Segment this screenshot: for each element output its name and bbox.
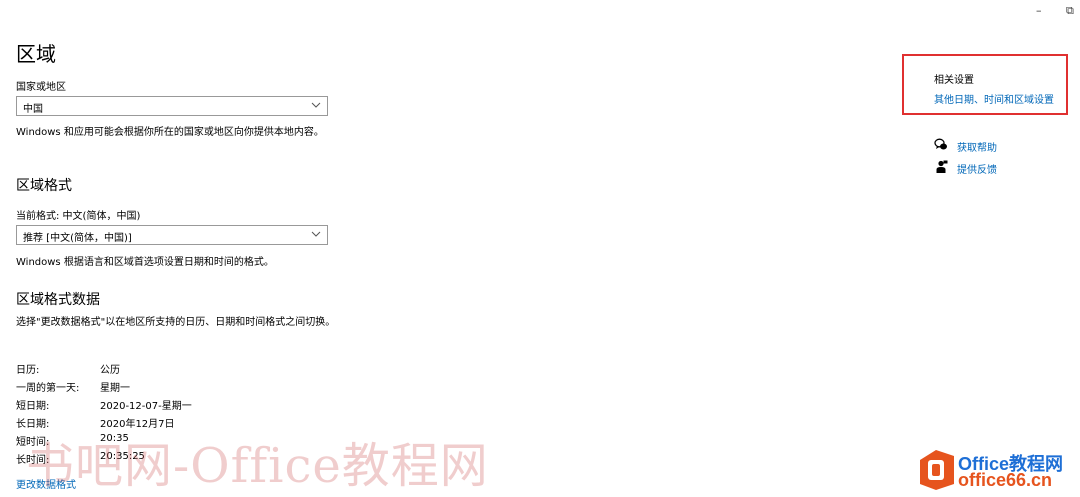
page-title: 区域 [16, 42, 56, 66]
region-format-select-value: 推荐 [中文(简体，中国)] [23, 233, 132, 244]
region-format-select[interactable]: 推荐 [中文(简体，中国)] [16, 225, 328, 245]
restore-button[interactable]: ⧉ [1066, 4, 1074, 18]
short-date-key: 短日期: [16, 401, 50, 412]
minimize-button[interactable]: – [1036, 4, 1042, 17]
calendar-key: 日历: [16, 365, 40, 376]
country-select[interactable]: 中国 [16, 96, 328, 116]
chevron-down-icon [311, 102, 321, 108]
related-settings-title: 相关设置 [934, 75, 974, 86]
region-format-data-description: 选择"更改数据格式"以在地区所支持的日历、日期和时间格式之间切换。 [16, 317, 336, 328]
settings-window: – ⧉ 区域 国家或地区 中国 Windows 和应用可能会根据你所在的国家或地… [0, 0, 1080, 497]
short-date-value: 2020-12-07-星期一 [100, 401, 192, 412]
region-format-description: Windows 根据语言和区域首选项设置日期和时间的格式。 [16, 257, 274, 268]
watermark-brand-domain: office66.cn [958, 470, 1053, 490]
office-logo-icon [920, 450, 954, 490]
region-format-data-heading: 区域格式数据 [16, 292, 100, 308]
feedback-person-icon [936, 160, 948, 173]
chevron-down-icon [311, 231, 321, 237]
help-chat-icon [934, 138, 947, 150]
country-description: Windows 和应用可能会根据你所在的国家或地区向你提供本地内容。 [16, 127, 324, 138]
current-format-label: 当前格式: 中文(简体，中国) [16, 211, 141, 222]
country-select-value: 中国 [23, 104, 43, 115]
first-day-value: 星期一 [100, 383, 130, 394]
send-feedback-link[interactable]: 提供反馈 [957, 161, 997, 176]
get-help-link[interactable]: 获取帮助 [957, 139, 997, 154]
watermark-text: 书吧网-Office教程网 [26, 438, 489, 494]
region-format-heading: 区域格式 [16, 178, 72, 194]
additional-date-time-region-link[interactable]: 其他日期、时间和区域设置 [934, 91, 1054, 106]
country-label: 国家或地区 [16, 82, 66, 93]
calendar-value: 公历 [100, 365, 120, 376]
first-day-key: 一周的第一天: [16, 383, 80, 394]
